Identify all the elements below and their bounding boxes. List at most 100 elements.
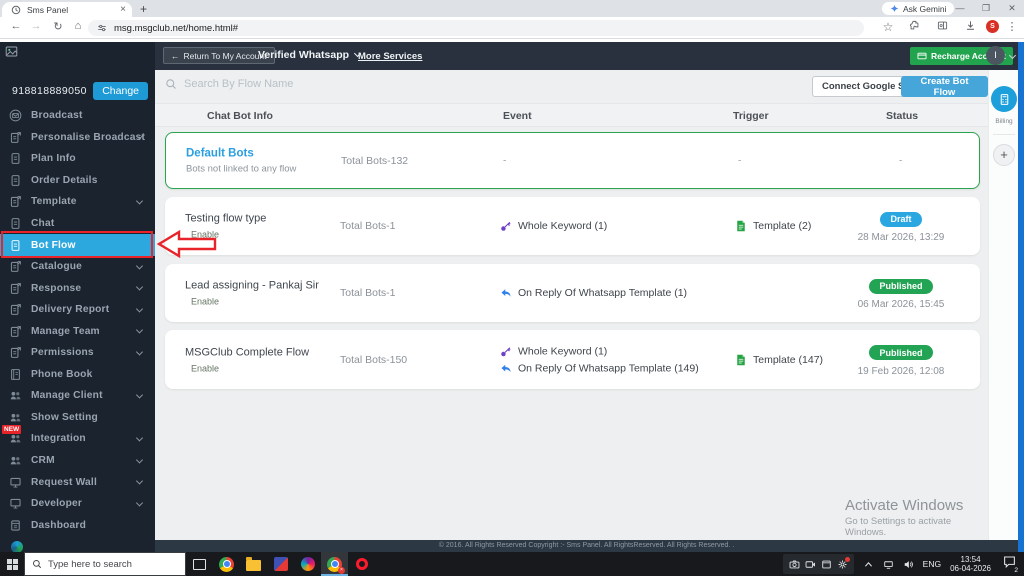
network-tray-button[interactable] xyxy=(883,559,894,570)
column-header-event: Event xyxy=(503,110,532,122)
downloads-icon[interactable] xyxy=(962,20,978,34)
paint-app-button[interactable] xyxy=(294,552,321,576)
more-services-link[interactable]: More Services xyxy=(358,51,422,62)
tab-favicon-clock-icon xyxy=(11,5,21,15)
active-browser-app-button[interactable]: × xyxy=(321,552,348,576)
bot-flow-row-msgclub-complete-flow[interactable]: MSGClub Complete Flow Enable Total Bots-… xyxy=(165,330,980,389)
sidebar-item-label: Developer xyxy=(31,498,82,509)
bookmark-star-icon[interactable]: ☆ xyxy=(880,20,896,34)
flow-name[interactable]: Testing flow type xyxy=(185,213,266,225)
verified-whatsapp-dropdown[interactable]: Verified Whatsapp xyxy=(258,49,360,61)
create-bot-flow-button[interactable]: Create Bot Flow xyxy=(901,76,988,97)
trigger-empty: - xyxy=(738,155,741,166)
extensions-icon[interactable] xyxy=(906,20,922,34)
sidebar-item-developer[interactable]: Developer xyxy=(0,493,155,515)
sidebar-item-personalise-broadcast[interactable]: Personalise Broadcast xyxy=(0,127,155,149)
window-minimize-button[interactable]: — xyxy=(950,0,970,16)
speaker-icon xyxy=(903,559,914,570)
change-account-button[interactable]: Change xyxy=(93,82,148,100)
back-icon[interactable]: ← xyxy=(8,20,24,32)
start-button[interactable] xyxy=(0,552,24,576)
taskbar-search[interactable] xyxy=(24,552,186,576)
sidebar-item-manage-client[interactable]: Manage Client xyxy=(0,385,155,407)
trigger-item: Template (2) xyxy=(735,220,811,232)
flow-name[interactable]: MSGClub Complete Flow xyxy=(185,346,309,358)
sidebar-item-crm[interactable]: CRM xyxy=(0,450,155,472)
sidebar: 918818889050 Change Broadcast Personalis… xyxy=(0,42,155,552)
flow-name[interactable]: Lead assigning - Pankaj Sir xyxy=(185,280,319,292)
ask-gemini-button[interactable]: Ask Gemini xyxy=(882,2,954,15)
tab-close-icon[interactable]: × xyxy=(120,5,126,15)
sidebar-item-order-details[interactable]: Order Details xyxy=(0,170,155,192)
chrome-taskbar-button[interactable] xyxy=(213,552,240,576)
sidebar-item-catalogue[interactable]: Catalogue xyxy=(0,256,155,278)
billing-button[interactable] xyxy=(991,86,1017,112)
forward-icon[interactable]: → xyxy=(28,20,44,32)
browser-profile-avatar[interactable]: S xyxy=(986,20,999,33)
sidebar-item-partial[interactable] xyxy=(0,536,155,552)
sidebar-item-dashboard[interactable]: Dashboard xyxy=(0,514,155,536)
sidebar-item-integration[interactable]: NEWIntegration xyxy=(0,428,155,450)
side-panel-icon[interactable] xyxy=(934,20,950,34)
opera-button[interactable] xyxy=(348,552,375,576)
window-maximize-button[interactable]: ❐ xyxy=(976,0,996,16)
chevron-down-icon xyxy=(136,262,143,269)
new-tab-button[interactable]: + xyxy=(140,2,147,16)
bot-flow-row-lead-assigning[interactable]: Lead assigning - Pankaj Sir Enable Total… xyxy=(165,264,980,322)
sidebar-item-label: Catalogue xyxy=(31,261,82,272)
sidebar-item-template[interactable]: Template xyxy=(0,191,155,213)
sidebar-item-label: Chat xyxy=(31,218,54,229)
language-indicator[interactable]: ENG xyxy=(923,559,941,569)
file-explorer-button[interactable] xyxy=(240,552,267,576)
reload-icon[interactable]: ↻ xyxy=(50,20,66,33)
flow-name-link[interactable]: Default Bots xyxy=(186,147,296,159)
task-view-button[interactable] xyxy=(186,552,213,576)
sidebar-item-broadcast[interactable]: Broadcast xyxy=(0,105,155,127)
bot-flow-row-default-bots[interactable]: Default Bots Bots not linked to any flow… xyxy=(165,132,980,189)
sidebar-item-manage-team[interactable]: Manage Team xyxy=(0,320,155,342)
taskbar-clock[interactable]: 13:54 06-04-2026 xyxy=(950,555,991,574)
sidebar-item-phone-book[interactable]: Phone Book xyxy=(0,364,155,386)
user-avatar[interactable]: I xyxy=(986,46,1005,65)
add-widget-button[interactable]: + xyxy=(993,144,1015,166)
flow-state: Enable xyxy=(191,363,309,373)
trigger-text: Template (147) xyxy=(753,354,823,366)
browser-menu-icon[interactable]: ⋮ xyxy=(1004,20,1020,33)
taskbar-search-input[interactable] xyxy=(48,559,158,570)
notification-center-button[interactable]: 2 xyxy=(1003,555,1016,573)
sidebar-item-show-setting[interactable]: Show Setting xyxy=(0,407,155,429)
sidebar-item-chat[interactable]: Chat xyxy=(0,213,155,235)
sidebar-item-plan-info[interactable]: Plan Info xyxy=(0,148,155,170)
divider xyxy=(993,134,1015,135)
sidebar-item-response[interactable]: Response xyxy=(0,277,155,299)
flow-search[interactable] xyxy=(165,78,364,90)
volume-tray-button[interactable] xyxy=(903,559,914,570)
media-app-button[interactable] xyxy=(267,552,294,576)
tray-expand-button[interactable] xyxy=(863,559,874,570)
address-bar[interactable]: msg.msgclub.net/home.html# xyxy=(88,20,864,36)
total-bots: Total Bots-1 xyxy=(340,287,395,299)
camera-icon[interactable] xyxy=(789,559,800,570)
bot-flow-row-testing-flow-type[interactable]: Testing flow type Enable Total Bots-1 Wh… xyxy=(165,197,980,255)
sidebar-item-bot-flow[interactable]: Bot Flow xyxy=(0,234,155,256)
event-item: On Reply Of Whatsapp Template (149) xyxy=(500,362,699,374)
chrome-icon xyxy=(219,557,234,572)
status-date: 06 Mar 2026, 15:45 xyxy=(853,299,949,310)
clock-time: 13:54 xyxy=(950,555,991,565)
browser-tab[interactable]: Sms Panel × xyxy=(2,2,132,17)
search-input[interactable] xyxy=(184,78,364,90)
video-camera-icon[interactable] xyxy=(805,559,816,570)
site-info-icon[interactable] xyxy=(97,23,107,33)
settings-tray-button[interactable] xyxy=(837,559,848,570)
network-icon xyxy=(883,559,894,570)
window-icon[interactable] xyxy=(821,559,832,570)
sidebar-item-delivery-report[interactable]: Delivery Report xyxy=(0,299,155,321)
sidebar-item-request-wall[interactable]: Request Wall xyxy=(0,471,155,493)
home-icon[interactable]: ⌂ xyxy=(70,20,86,32)
key-icon xyxy=(500,220,512,232)
sidebar-item-permissions[interactable]: Permissions xyxy=(0,342,155,364)
trigger-item: Template (147) xyxy=(735,354,823,366)
window-close-button[interactable]: ✕ xyxy=(1002,0,1022,16)
chevron-down-icon xyxy=(136,434,143,441)
column-header-trigger: Trigger xyxy=(733,110,769,122)
